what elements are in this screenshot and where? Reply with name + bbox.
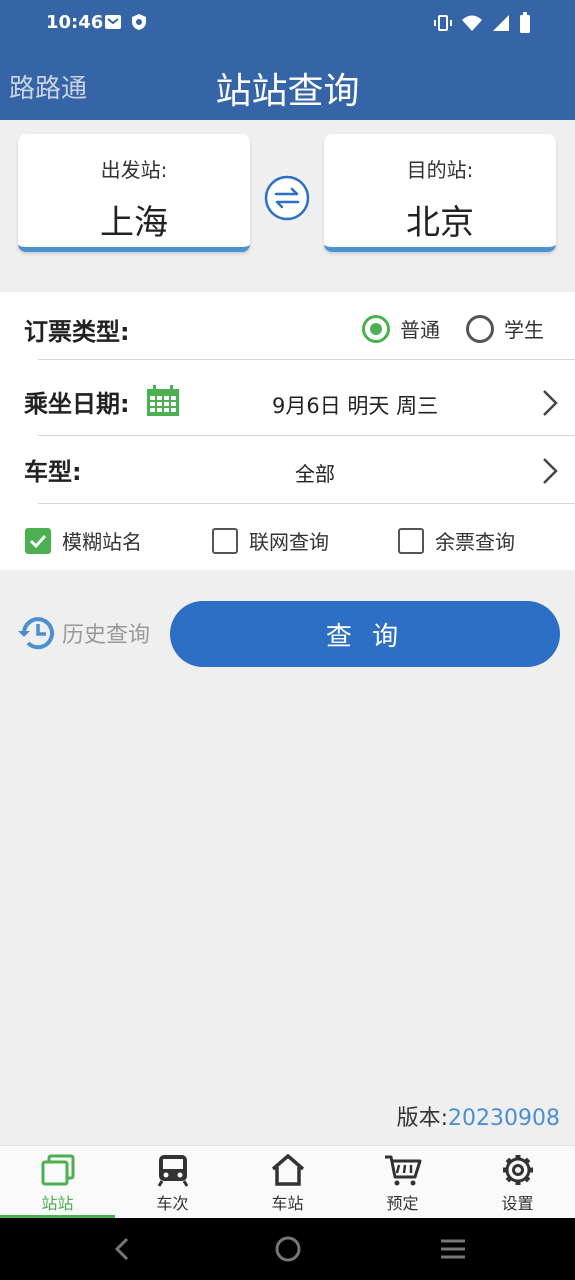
status-icons (433, 12, 531, 34)
tab-settings[interactable]: 设置 (460, 1146, 575, 1219)
status-time: 10:46 (46, 12, 104, 33)
swap-stations-icon[interactable] (264, 175, 310, 221)
train-type-label: 车型: (24, 458, 82, 486)
online-query-label: 联网查询 (249, 530, 329, 554)
vibrate-icon (434, 15, 452, 31)
page-title: 站站查询 (215, 71, 360, 112)
calendar-icon (147, 385, 179, 416)
app-bar: 路路通 站站查询 (0, 48, 575, 120)
checkbox-checked-icon[interactable] (25, 527, 51, 554)
history-query-label: 历史查询 (62, 623, 151, 648)
date-row[interactable]: 乘坐日期: 9月6日 明天 周三 (0, 368, 575, 436)
destination-station-card[interactable]: 目的站: 北京 (324, 134, 556, 252)
history-icon (18, 617, 54, 650)
ticket-type-row: 订票类型: 普通 学生 (0, 292, 575, 360)
tab-booking[interactable]: 预定 (345, 1146, 460, 1219)
tab-label: 站站 (41, 1194, 74, 1213)
divider (38, 359, 575, 360)
home-icon (271, 1154, 304, 1186)
history-query-button[interactable]: 历史查询 (16, 612, 150, 654)
tab-label: 预定 (386, 1194, 419, 1213)
radio-normal[interactable]: 普通 (362, 314, 440, 343)
version-label: 版本: (396, 1106, 449, 1131)
query-options: 订票类型: 普通 学生 乘坐日期: 9月6日 明天 周三 车型: 全部 模糊站名… (0, 292, 575, 570)
remaining-tickets-checkbox[interactable]: 余票查询 (398, 526, 515, 555)
date-label: 乘坐日期: (24, 390, 130, 418)
bottom-tab-bar: 站站 车次 车站 预定 设置 (0, 1145, 575, 1219)
battery-icon (520, 12, 530, 33)
train-type-value: 全部 (295, 462, 335, 486)
departure-label: 出发站: (100, 158, 168, 182)
home-circle-icon[interactable] (274, 1235, 302, 1263)
remaining-tickets-label: 余票查询 (435, 530, 515, 554)
station-selector: 出发站: 上海 目的站: 北京 (0, 120, 575, 290)
destination-label: 目的站: (406, 158, 474, 182)
station-station-icon (41, 1154, 74, 1186)
tab-label: 车站 (271, 1194, 304, 1213)
destination-value: 北京 (406, 203, 474, 243)
online-query-checkbox[interactable]: 联网查询 (212, 526, 329, 555)
fuzzy-station-label: 模糊站名 (62, 530, 142, 554)
signal-icon (493, 15, 509, 31)
query-button[interactable]: 查 询 (170, 601, 560, 667)
version-info: 版本:20230908 (397, 1100, 560, 1132)
train-type-row[interactable]: 车型: 全部 (0, 436, 575, 504)
system-nav-bar (0, 1218, 575, 1280)
checkbox-unchecked-icon[interactable] (212, 527, 238, 554)
version-number: 20230908 (448, 1106, 560, 1131)
radio-student-label: 学生 (504, 318, 544, 342)
tab-station[interactable]: 车站 (230, 1146, 345, 1219)
tab-train-number[interactable]: 车次 (115, 1146, 230, 1219)
back-icon[interactable] (110, 1235, 134, 1263)
radio-student-indicator[interactable] (466, 314, 494, 343)
date-value: 9月6日 明天 周三 (272, 394, 439, 418)
train-icon (157, 1155, 188, 1187)
ticket-type-label: 订票类型: (24, 318, 130, 346)
radio-student[interactable]: 学生 (466, 314, 544, 343)
radio-normal-label: 普通 (400, 318, 440, 342)
tab-label: 车次 (156, 1194, 189, 1213)
checkbox-unchecked-icon[interactable] (398, 527, 424, 554)
radio-normal-indicator[interactable] (362, 314, 390, 343)
chevron-right-icon (543, 458, 558, 484)
cart-icon (384, 1155, 421, 1186)
menu-icon[interactable] (439, 1235, 467, 1263)
shield-icon (132, 14, 146, 30)
departure-station-card[interactable]: 出发站: 上海 (18, 134, 250, 252)
status-bar: 10:46 (0, 0, 575, 48)
chevron-right-icon (543, 390, 558, 416)
tab-station-station[interactable]: 站站 (0, 1146, 115, 1219)
wifi-icon (462, 15, 482, 31)
fuzzy-station-checkbox[interactable]: 模糊站名 (25, 526, 142, 555)
divider (38, 503, 575, 504)
mail-icon (105, 15, 121, 29)
tab-label: 设置 (501, 1194, 534, 1213)
departure-value: 上海 (100, 203, 168, 243)
gear-icon (502, 1155, 533, 1185)
